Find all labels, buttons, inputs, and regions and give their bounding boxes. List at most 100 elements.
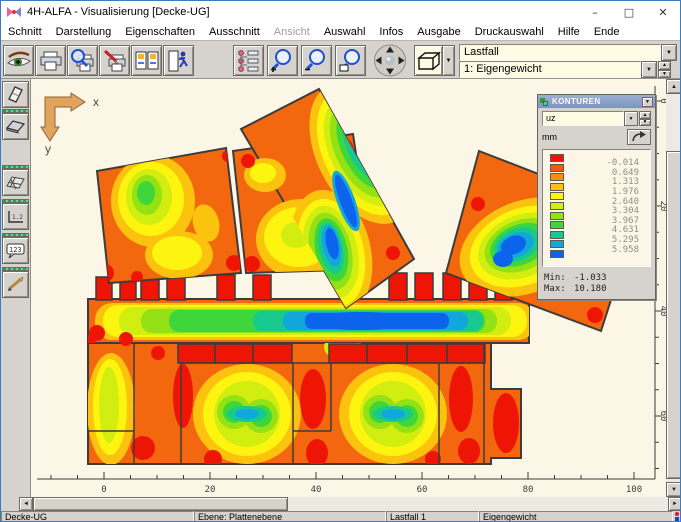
- svg-text:40: 40: [311, 485, 322, 495]
- axis-arrows: x y: [41, 93, 99, 156]
- arrow-up-icon: ▲: [671, 84, 677, 90]
- quantity-spin-up[interactable]: ▲: [639, 111, 651, 119]
- numbers-icon: 123: [5, 242, 26, 259]
- arrow-down-icon: ▼: [671, 487, 677, 493]
- view-3d-dropdown-button[interactable]: ▼: [442, 45, 455, 76]
- loadcase-combo-arrow[interactable]: ▼: [641, 61, 657, 78]
- mesh-panel-button[interactable]: [2, 169, 29, 196]
- svg-text:1.2: 1.2: [12, 214, 23, 221]
- zoom-out-button[interactable]: [301, 45, 332, 76]
- curved-arrow-icon: [631, 131, 647, 143]
- pan-navigator-button[interactable]: [371, 44, 409, 77]
- unit-label: mm: [542, 132, 627, 142]
- sketch-panel-button[interactable]: [2, 271, 29, 298]
- scroll-down-button[interactable]: ▼: [666, 482, 681, 497]
- loadcase-combo-value[interactable]: 1: Eigengewicht: [459, 61, 641, 78]
- lastfall-combo-value[interactable]: Lastfall: [459, 44, 661, 61]
- loadcase-spin-up[interactable]: ▲: [658, 61, 671, 70]
- zoom-window-button[interactable]: [335, 45, 366, 76]
- legend-value: 1.976: [577, 187, 639, 197]
- projection-panel-button[interactable]: [2, 81, 29, 108]
- legend-value: 5.295: [577, 235, 639, 245]
- scroll-left-button[interactable]: ◄: [19, 497, 33, 511]
- toolbar: ▼ Lastfall ▼ 1: Eigengewicht ▼ ▲ ▼: [1, 41, 680, 79]
- legend-swatch: [550, 173, 564, 181]
- titlebar: 4H-ALFA - Visualisierung [Decke-UG] – □ …: [1, 1, 680, 23]
- scroll-right-button[interactable]: ►: [668, 497, 681, 511]
- slab-panel-button[interactable]: [2, 113, 29, 140]
- konturen-collapse-button[interactable]: ▼: [642, 97, 653, 107]
- x-axis-arrow-label: x: [93, 95, 99, 109]
- structure-tree-button[interactable]: [233, 45, 264, 76]
- magnifier-plus-icon: [270, 48, 296, 74]
- vertical-scrollbar[interactable]: ▲ ▼: [666, 79, 681, 497]
- minimize-button[interactable]: –: [578, 1, 612, 23]
- menu-darstellung[interactable]: Darstellung: [49, 26, 119, 38]
- svg-text:0: 0: [101, 485, 106, 495]
- menu-druckauswahl[interactable]: Druckauswahl: [468, 26, 551, 38]
- menu-ende[interactable]: Ende: [587, 26, 627, 38]
- legend-value: 3.304: [577, 206, 639, 216]
- exit-button[interactable]: [163, 45, 194, 76]
- display-settings-button[interactable]: [3, 45, 34, 76]
- konturen-panel[interactable]: KONTUREN ▼ uz ▼ ▲ ▼ mm -0.0140.6491.3131…: [537, 94, 656, 300]
- menu-eigenschaften[interactable]: Eigenschaften: [118, 26, 202, 38]
- print-preview-button[interactable]: [67, 45, 98, 76]
- svg-text:123: 123: [9, 246, 22, 254]
- min-value: -1.033: [574, 273, 607, 284]
- horizontal-scroll-thumb[interactable]: [33, 497, 288, 511]
- values-panel-button[interactable]: 123: [2, 237, 29, 264]
- menu-auswahl[interactable]: Auswahl: [317, 26, 373, 38]
- menu-infos[interactable]: Infos: [372, 26, 410, 38]
- horizontal-scrollbar[interactable]: ◄ ►: [19, 497, 681, 511]
- legend-swatch: [550, 250, 564, 258]
- pencil-icon: [5, 276, 26, 293]
- svg-text:60: 60: [658, 411, 666, 422]
- dimension-panel-button[interactable]: 1.2: [2, 203, 29, 230]
- menu-ausschnitt[interactable]: Ausschnitt: [202, 26, 267, 38]
- zoom-in-button[interactable]: [267, 45, 298, 76]
- quantity-combo-arrow[interactable]: ▼: [624, 111, 638, 126]
- print-button[interactable]: [35, 45, 66, 76]
- legend-swatch: [550, 202, 564, 210]
- legend-swatch: [550, 221, 564, 229]
- print-edit-button[interactable]: [99, 45, 130, 76]
- status-indicator-icon: [674, 512, 680, 522]
- eye-icon: [6, 49, 32, 73]
- quantity-combo[interactable]: uz: [542, 111, 624, 126]
- app-logo-icon: [6, 5, 22, 19]
- min-label: Min:: [544, 273, 574, 284]
- loadcase-spin-down[interactable]: ▼: [658, 70, 671, 79]
- chevron-down-icon: ▼: [629, 116, 634, 122]
- menu-ausgabe[interactable]: Ausgabe: [410, 26, 467, 38]
- lastfall-combo-arrow[interactable]: ▼: [661, 44, 677, 61]
- lastfall-combo[interactable]: Lastfall ▼: [459, 44, 677, 61]
- printer-pencil-icon: [102, 49, 128, 73]
- menu-hilfe[interactable]: Hilfe: [551, 26, 587, 38]
- svg-text:80: 80: [523, 485, 534, 495]
- menu-schnitt[interactable]: Schnitt: [1, 26, 49, 38]
- corridor-contours: [86, 303, 535, 345]
- konturen-titlebar[interactable]: KONTUREN ▼: [538, 95, 655, 108]
- legend-swatch: [550, 164, 564, 172]
- chevron-down-icon: ▼: [646, 67, 652, 73]
- loadcase-combo[interactable]: 1: Eigengewicht ▼: [459, 61, 657, 78]
- documentation-button[interactable]: [131, 45, 162, 76]
- legend-value: -0.014: [577, 158, 639, 168]
- svg-text:20: 20: [205, 485, 216, 495]
- maximize-button[interactable]: □: [612, 1, 646, 23]
- statusbar: Decke-UG Ebene: Plattenebene Lastfall 1 …: [1, 511, 680, 522]
- svg-text:20: 20: [658, 201, 666, 212]
- app-window: 4H-ALFA - Visualisierung [Decke-UG] – □ …: [0, 0, 681, 522]
- scroll-up-button[interactable]: ▲: [666, 79, 681, 94]
- close-button[interactable]: ✕: [646, 1, 680, 23]
- view-3d-button[interactable]: [414, 45, 443, 76]
- dimension-icon: 1.2: [5, 208, 26, 226]
- svg-text:40: 40: [658, 306, 666, 317]
- quantity-spin-down[interactable]: ▼: [639, 119, 651, 127]
- arrow-left-icon: ◄: [23, 501, 29, 507]
- apply-button[interactable]: [627, 129, 651, 145]
- vertical-scroll-thumb[interactable]: [666, 151, 681, 479]
- status-loadcase: Lastfall 1: [386, 511, 479, 522]
- legend-swatch: [550, 192, 564, 200]
